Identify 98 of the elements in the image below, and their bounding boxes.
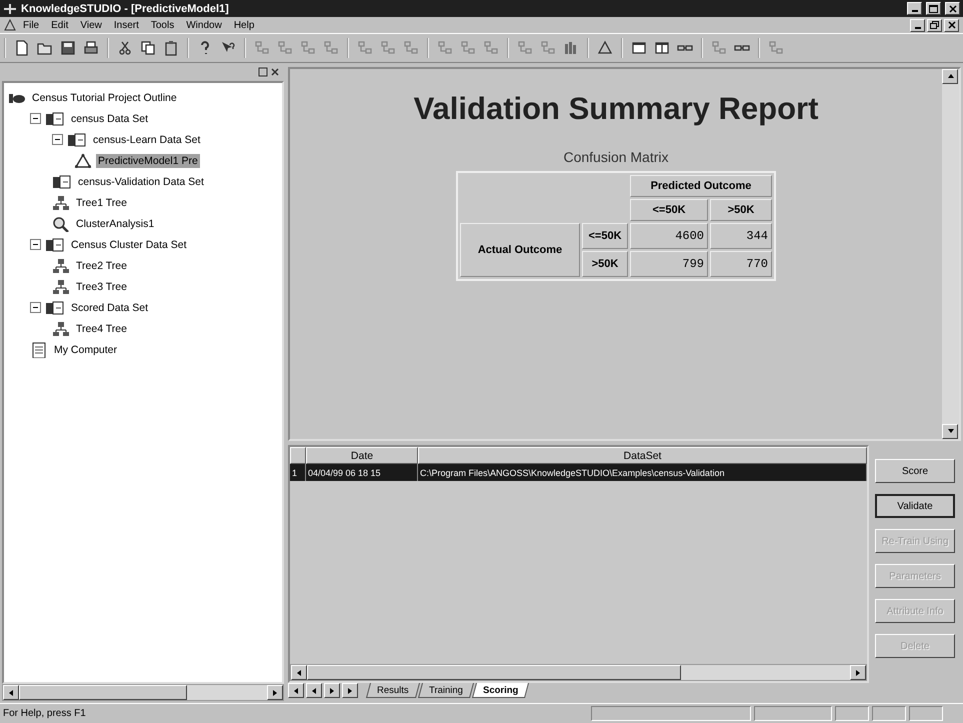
action-button[interactable]: Validate xyxy=(875,494,955,518)
tree-item[interactable]: census Data Set xyxy=(69,112,150,126)
new-file-icon[interactable] xyxy=(14,40,30,56)
close-button[interactable] xyxy=(945,2,960,15)
right-arrow-icon xyxy=(854,668,862,678)
close-icon xyxy=(270,67,280,77)
tree-item[interactable]: My Computer xyxy=(52,342,120,356)
split-window-icon[interactable] xyxy=(654,40,670,56)
tree-item[interactable]: Tree1 Tree xyxy=(74,196,129,210)
tree-item[interactable]: Tree3 Tree xyxy=(74,280,129,294)
table-header: <=50K xyxy=(630,199,708,221)
window-title: KnowledgeSTUDIO - [PredictiveModel1] xyxy=(21,2,230,14)
hierarchy-icon xyxy=(52,194,70,210)
tab[interactable]: Training xyxy=(418,683,474,698)
dataset-icon xyxy=(45,236,65,252)
tree-item[interactable]: PredictiveModel1 Pre xyxy=(96,154,200,168)
menu-item[interactable]: Window xyxy=(181,20,227,30)
save-icon[interactable] xyxy=(60,40,76,56)
menu-item[interactable]: View xyxy=(75,20,107,30)
menu-item[interactable]: Edit xyxy=(46,20,74,30)
table-header: <=50K xyxy=(582,223,628,249)
print-icon[interactable] xyxy=(83,40,99,56)
status-panel xyxy=(909,706,943,721)
table-cell: 770 xyxy=(710,251,772,277)
maximize-icon xyxy=(929,4,938,12)
tree-item[interactable]: Census Tutorial Project Outline xyxy=(30,90,179,104)
collapse-icon[interactable] xyxy=(30,239,41,250)
tree-item[interactable]: Scored Data Set xyxy=(69,300,150,314)
hierarchy-icon xyxy=(52,320,70,336)
maximize-button[interactable] xyxy=(926,2,941,15)
hierarchy-icon xyxy=(52,278,70,294)
column-header: Date xyxy=(306,447,418,464)
horizontal-scrollbar[interactable] xyxy=(290,664,867,681)
table-cell: C:\Program Files\ANGOSS\KnowledgeSTUDIO\Examples\census-Validation xyxy=(418,464,867,481)
horizontal-scrollbar[interactable] xyxy=(2,684,284,701)
collapse-icon[interactable] xyxy=(30,302,41,313)
dataset-icon xyxy=(52,174,72,190)
status-panel xyxy=(835,706,869,721)
minimize-icon xyxy=(914,26,920,28)
report-title: Validation Summary Report xyxy=(414,91,818,127)
tree-item[interactable]: Tree2 Tree xyxy=(74,258,129,272)
tree-item[interactable]: Census Cluster Data Set xyxy=(69,238,189,252)
dataset-icon xyxy=(45,110,65,126)
window-icon[interactable] xyxy=(631,40,647,56)
table-header: Predicted Outcome xyxy=(630,175,772,197)
bar-chart-icon[interactable] xyxy=(563,40,579,56)
table-cell: 344 xyxy=(710,223,772,249)
collapse-icon[interactable] xyxy=(30,113,41,124)
menu-item[interactable]: Insert xyxy=(108,20,144,30)
tab[interactable]: Scoring xyxy=(472,683,530,698)
tree-item[interactable]: Tree4 Tree xyxy=(74,322,129,336)
dataset-icon xyxy=(67,132,87,148)
tree-item[interactable]: census-Validation Data Set xyxy=(76,174,206,188)
table-header: >50K xyxy=(710,199,772,221)
column-header: DataSet xyxy=(418,447,867,464)
table-cell: 4600 xyxy=(630,223,708,249)
table-cell: 04/04/99 06 18 15 xyxy=(306,464,418,481)
table-header: >50K xyxy=(582,251,628,277)
vertical-scrollbar[interactable] xyxy=(942,69,959,439)
app-icon xyxy=(3,2,17,14)
matrix-title: Confusion Matrix xyxy=(563,149,669,165)
scissors-icon[interactable] xyxy=(117,40,133,56)
copy-icon[interactable] xyxy=(140,40,156,56)
prev-tab-button[interactable] xyxy=(306,683,322,698)
last-tab-button[interactable] xyxy=(342,683,358,698)
magnifier-icon xyxy=(52,216,70,232)
minimize-button[interactable] xyxy=(910,18,925,32)
hierarchy-icon xyxy=(52,258,70,274)
restore-button[interactable] xyxy=(927,18,942,32)
left-arrow-icon xyxy=(7,688,15,698)
status-text: For Help, press F1 xyxy=(3,708,87,719)
close-icon xyxy=(948,4,956,12)
first-tab-button[interactable] xyxy=(288,683,304,698)
triangle-icon xyxy=(74,152,92,168)
next-tab-button[interactable] xyxy=(324,683,340,698)
minimize-icon xyxy=(912,10,918,12)
menu-item[interactable]: File xyxy=(18,20,44,30)
clipboard-icon[interactable] xyxy=(163,40,179,56)
dataset-icon xyxy=(45,300,65,316)
document-icon xyxy=(30,342,48,358)
right-arrow-icon xyxy=(271,688,279,698)
status-panel xyxy=(872,706,906,721)
close-button[interactable] xyxy=(944,18,959,32)
action-button[interactable]: Score xyxy=(875,459,955,483)
menu-item[interactable]: Tools xyxy=(146,20,180,30)
minimize-button[interactable] xyxy=(907,2,922,15)
collapse-icon[interactable] xyxy=(52,134,63,145)
triangle-icon xyxy=(4,19,16,31)
triangle-icon[interactable] xyxy=(597,40,613,56)
tab[interactable]: Results xyxy=(366,683,420,698)
menu-item[interactable]: Help xyxy=(228,20,260,30)
tree-item[interactable]: census-Learn Data Set xyxy=(91,132,202,146)
tree-item[interactable]: ClusterAnalysis1 xyxy=(74,216,156,230)
restore-icon xyxy=(930,21,939,29)
table-header: Actual Outcome xyxy=(460,223,580,277)
table-cell: 799 xyxy=(630,251,708,277)
close-icon xyxy=(948,21,956,29)
row-number: 1 xyxy=(290,464,306,481)
